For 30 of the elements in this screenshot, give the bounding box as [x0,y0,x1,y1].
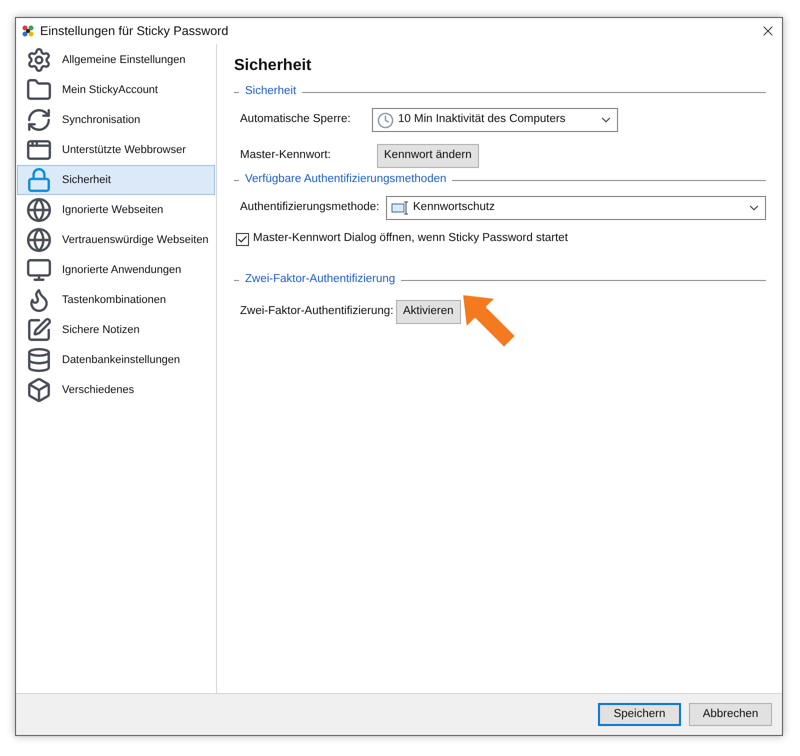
sidebar-item[interactable]: Sicherheit [17,165,215,195]
dropdown[interactable]: Kennwortschutz [386,196,766,220]
checkbox-label: Master-Kennwort Dialog öffnen, wenn Sticky Password startet [253,231,568,246]
window-title: Einstellungen für Sticky Password [40,22,230,40]
dropdown-value: Kennwortschutz [413,200,496,216]
sidebar-item[interactable]: Datenbankeinstellungen [17,345,215,375]
sidebar-item[interactable]: Allgemeine Einstellungen [17,45,215,75]
sidebar-item[interactable]: Unterstützte Webbrowser [17,135,215,165]
section-heading: Zwei-Faktor-Authentifizierung [245,272,396,288]
sidebar-item[interactable]: Sichere Notizen [17,315,215,345]
dropdown[interactable]: 10 Min Inaktivität des Computers [372,108,618,132]
sidebar-item[interactable]: Synchronisation [17,105,215,135]
section-heading: Verfügbare Authentifizierungsmethoden [245,172,446,188]
sidebar-item[interactable]: Ignorierte Webseiten [17,195,215,225]
section-heading: Sicherheit [245,84,296,100]
sidebar-item[interactable]: Tastenkombinationen [17,285,215,315]
sidebar-item[interactable]: Mein StickyAccount [17,75,215,105]
dialog-button[interactable]: Speichern [598,703,681,726]
sidebar-item[interactable]: Vertrauenswürdige Webseiten [17,225,215,255]
dialog-button[interactable]: Abbrechen [689,703,772,726]
action-button[interactable]: Kennwort ändern [377,144,479,168]
sidebar-item[interactable]: Ignorierte Anwendungen [17,255,215,285]
sidebar-item[interactable]: Verschiedenes [17,375,215,405]
field-label: Master-Kennwort: [239,148,332,164]
field-label: Automatische Sperre: [239,112,352,128]
action-button[interactable]: Aktivieren [396,300,460,324]
field-label: Authentifizierungsmethode: [239,200,380,216]
field-label: Zwei-Faktor-Authentifizierung: [239,304,394,320]
dropdown-value: 10 Min Inaktivität des Computers [398,112,566,128]
page-title: Sicherheit [234,56,312,76]
